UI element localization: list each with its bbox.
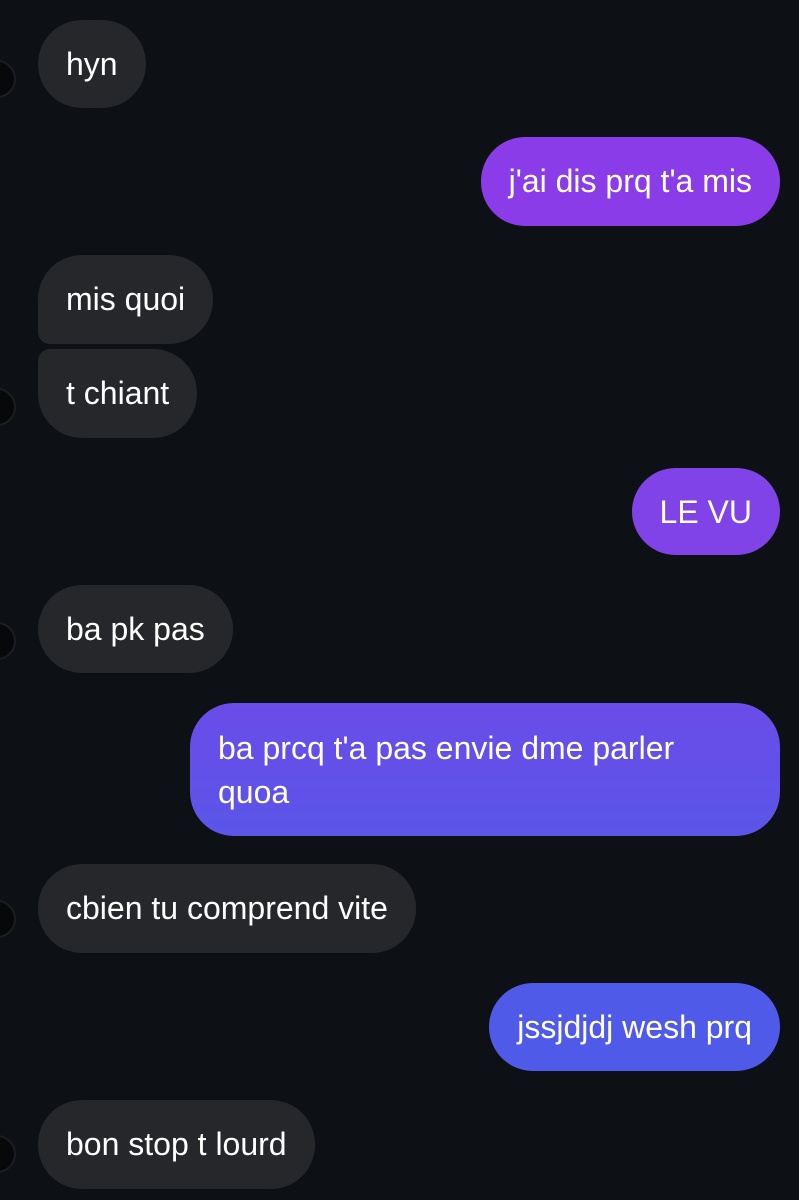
- contact-avatar[interactable]: [0, 60, 16, 98]
- contact-avatar[interactable]: [0, 622, 16, 660]
- incoming-message-bubble[interactable]: cbien tu comprend vite: [38, 864, 416, 953]
- incoming-message-bubble[interactable]: mis quoi: [38, 255, 214, 344]
- outgoing-message-bubble[interactable]: jssjdjdj wesh prq: [489, 983, 780, 1071]
- outgoing-message-bubble[interactable]: ba prcq t'a pas envie dme parler quoa: [190, 703, 780, 836]
- message-thread[interactable]: hyn j'ai dis prq t'a mis mis quoi t chia…: [0, 0, 799, 1200]
- contact-avatar[interactable]: [0, 388, 16, 426]
- contact-avatar[interactable]: [0, 900, 16, 938]
- outgoing-message-bubble[interactable]: LE VU: [631, 468, 780, 555]
- contact-avatar[interactable]: [0, 1135, 16, 1173]
- incoming-message-bubble[interactable]: bon stop t lourd: [38, 1100, 315, 1189]
- incoming-message-bubble[interactable]: hyn: [38, 20, 146, 108]
- outgoing-message-bubble[interactable]: j'ai dis prq t'a mis: [480, 137, 780, 226]
- incoming-message-bubble[interactable]: ba pk pas: [38, 585, 233, 673]
- incoming-message-bubble[interactable]: t chiant: [38, 349, 198, 438]
